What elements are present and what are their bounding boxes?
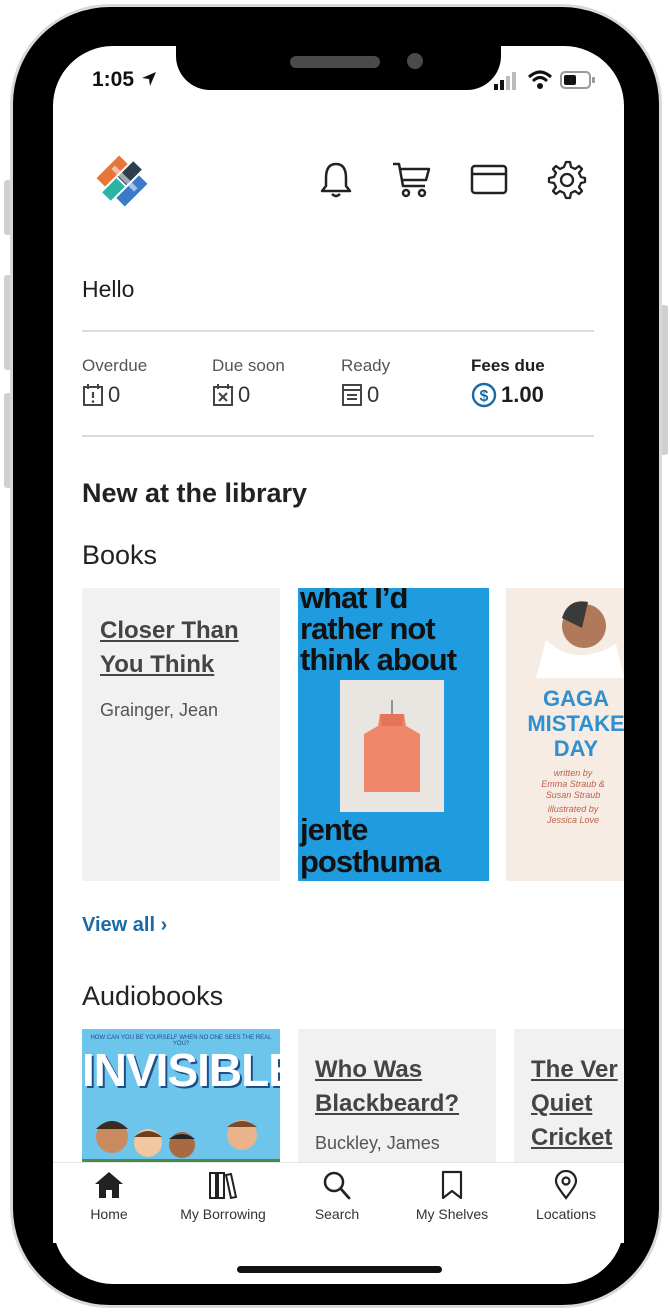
audiobook-tile-the-very-quiet-cricket[interactable]: The Ver Quiet Cricket	[514, 1029, 624, 1164]
bookmark-icon	[441, 1170, 463, 1200]
location-arrow-icon	[141, 72, 156, 86]
location-pin-icon	[554, 1170, 578, 1200]
stat-label: Ready	[341, 356, 391, 375]
nav-my-borrowing[interactable]: My Borrowing	[166, 1170, 280, 1222]
status-time: 1:05	[92, 68, 158, 92]
calendar-x-icon	[213, 384, 233, 406]
books-heading: Books	[82, 540, 158, 570]
cover-title: MISTAKE	[527, 711, 624, 736]
dollar-circle-icon: $	[471, 382, 497, 408]
hold-shelf-icon	[342, 384, 362, 406]
nav-label: My Shelves	[415, 1206, 489, 1222]
bell-icon[interactable]	[318, 160, 354, 200]
cover-illustration	[536, 601, 624, 678]
audiobooks-heading: Audiobooks	[82, 981, 224, 1011]
audiobook-title[interactable]: Blackbeard?	[315, 1087, 496, 1121]
battery-icon	[560, 71, 595, 89]
search-icon	[323, 1171, 351, 1200]
calendar-alert-icon	[83, 384, 103, 406]
stat-ready[interactable]: Ready 0	[341, 356, 390, 408]
stat-value: 0	[367, 382, 380, 407]
book-title[interactable]: You Think	[100, 648, 280, 682]
nav-label: Home	[90, 1206, 128, 1222]
stat-overdue[interactable]: Overdue 0	[82, 356, 147, 408]
audiobook-title[interactable]: Quiet	[531, 1087, 624, 1121]
audiobook-title[interactable]: Who Was	[315, 1053, 496, 1087]
book-author: Grainger, Jean	[100, 700, 219, 720]
books-icon	[209, 1172, 238, 1200]
audiobook-tile-who-was-blackbeard[interactable]: Who Was Blackbeard? Buckley, James	[298, 1029, 496, 1164]
cover-credit: Emma Straub &	[541, 779, 605, 789]
cover-credit: written by	[553, 768, 593, 778]
audiobook-cover-invisible[interactable]: HOW CAN YOU BE YOURSELF WHEN NO ONE SEES…	[82, 1029, 280, 1164]
nav-label: Locations	[536, 1206, 596, 1222]
nav-home[interactable]: Home	[52, 1170, 166, 1222]
stat-label: Fees due	[471, 356, 545, 375]
stat-value: 0	[108, 382, 121, 407]
book-title[interactable]: Closer Than	[100, 614, 280, 648]
cover-title: think about	[300, 642, 457, 677]
audiobook-author: Buckley, James	[315, 1133, 440, 1153]
cover-photo	[340, 680, 444, 812]
home-indicator	[237, 1266, 442, 1273]
stat-value: 1.00	[501, 382, 544, 407]
stat-due-soon[interactable]: Due soon 0	[212, 356, 285, 408]
svg-text:$: $	[480, 388, 489, 405]
audiobook-title[interactable]: The Ver	[531, 1053, 624, 1087]
cover-author: posthuma	[300, 844, 441, 879]
nav-label: My Borrowing	[180, 1206, 266, 1222]
camera	[407, 53, 423, 69]
book-cover-what-id-rather-not-think-about[interactable]: what I’d rather not think about jente po…	[298, 588, 489, 881]
divider	[82, 435, 594, 437]
cover-credit: Jessica Love	[546, 815, 600, 825]
nav-search[interactable]: Search	[280, 1170, 394, 1222]
nav-my-shelves[interactable]: My Shelves	[395, 1170, 509, 1222]
stat-label: Due soon	[212, 356, 285, 375]
cover-credit: Susan Straub	[545, 790, 601, 800]
cover-illustration	[82, 1120, 280, 1164]
stat-value: 0	[238, 382, 251, 407]
cover-title: DAY	[553, 736, 599, 761]
nav-locations[interactable]: Locations	[509, 1170, 623, 1222]
book-tile-closer-than-you-think[interactable]: Closer Than You Think Grainger, Jean	[82, 588, 280, 881]
stat-fees-due[interactable]: Fees due $ 1.00	[471, 356, 545, 408]
library-logo[interactable]	[86, 145, 158, 217]
cover-credit: illustrated by	[547, 804, 599, 814]
home-icon	[95, 1172, 123, 1198]
cover-title: INVISIBLE	[82, 1044, 280, 1096]
section-title: New at the library	[82, 478, 308, 508]
book-cover-gaga-mistake-day[interactable]: GAGA MISTAKE DAY written by Emma Straub …	[506, 588, 624, 881]
sweater-illustration	[364, 700, 420, 792]
cover-author: jente	[300, 812, 368, 847]
cover-title: rather not	[300, 611, 436, 646]
cover-title: what I’d	[300, 588, 408, 615]
gear-icon[interactable]	[545, 159, 587, 201]
greeting: Hello	[82, 276, 135, 302]
nav-label: Search	[314, 1206, 360, 1222]
cover-title: GAGA	[543, 686, 609, 711]
view-all-books-link[interactable]: View all ›	[82, 914, 167, 937]
wifi-icon	[527, 70, 553, 89]
audiobook-title[interactable]: Cricket	[531, 1121, 624, 1155]
stat-label: Overdue	[82, 356, 148, 375]
divider	[82, 330, 594, 332]
signal-icon	[494, 72, 516, 90]
speaker	[290, 56, 380, 68]
cart-icon[interactable]	[391, 160, 433, 200]
card-icon[interactable]	[470, 163, 508, 197]
